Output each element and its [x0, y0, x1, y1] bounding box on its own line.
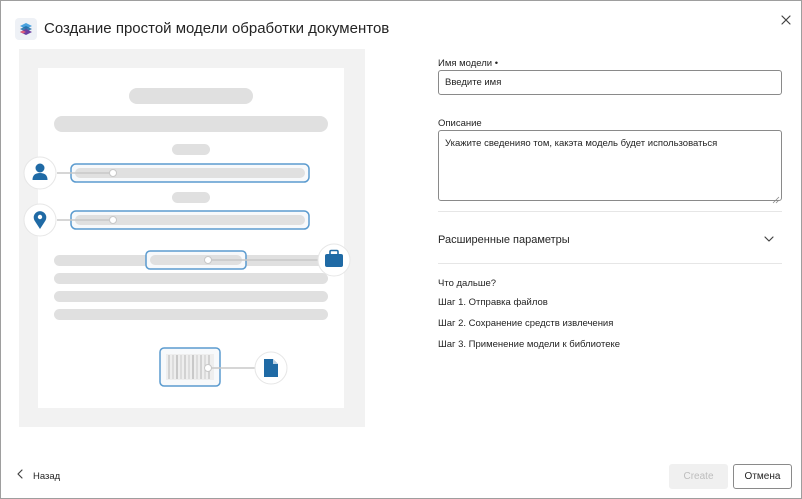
step-item: Шаг 2. Сохранение средств извлечения: [438, 318, 614, 329]
advanced-settings-label: Расширенные параметры: [438, 234, 570, 246]
step-item: Шаг 3. Применение модели к библиотеке: [438, 339, 621, 350]
cancel-button[interactable]: Отмена: [733, 464, 792, 489]
document-illustration: [19, 49, 365, 427]
dialog-title: Создание простой модели обработки докуме…: [44, 20, 390, 37]
briefcase-icon: [317, 243, 351, 277]
location-pin-icon: [23, 203, 57, 237]
create-button[interactable]: Create: [669, 464, 728, 489]
person-icon: [23, 156, 57, 190]
divider: [438, 211, 782, 212]
resize-grip-icon[interactable]: [772, 191, 780, 204]
dialog: Создание простой модели обработки докуме…: [0, 0, 802, 499]
description-textarea[interactable]: Укажите сведенияо том, какэта модель буд…: [438, 130, 782, 201]
advanced-settings-toggle[interactable]: Расширенные параметры: [438, 223, 782, 257]
step-item: Шаг 1. Отправка файлов: [438, 297, 548, 308]
close-icon[interactable]: [777, 11, 795, 29]
description-label: Описание: [438, 118, 482, 129]
chevron-down-icon: [763, 232, 775, 244]
model-name-label: Имя модели •: [438, 58, 499, 69]
layers-icon: [15, 18, 37, 40]
back-button[interactable]: Назад: [15, 467, 60, 485]
chevron-left-icon: [15, 467, 25, 485]
next-steps-heading: Что дальше?: [438, 278, 497, 289]
back-label: Назад: [33, 470, 61, 482]
model-name-input[interactable]: [438, 70, 782, 95]
divider: [438, 263, 782, 264]
document-icon: [254, 351, 288, 385]
